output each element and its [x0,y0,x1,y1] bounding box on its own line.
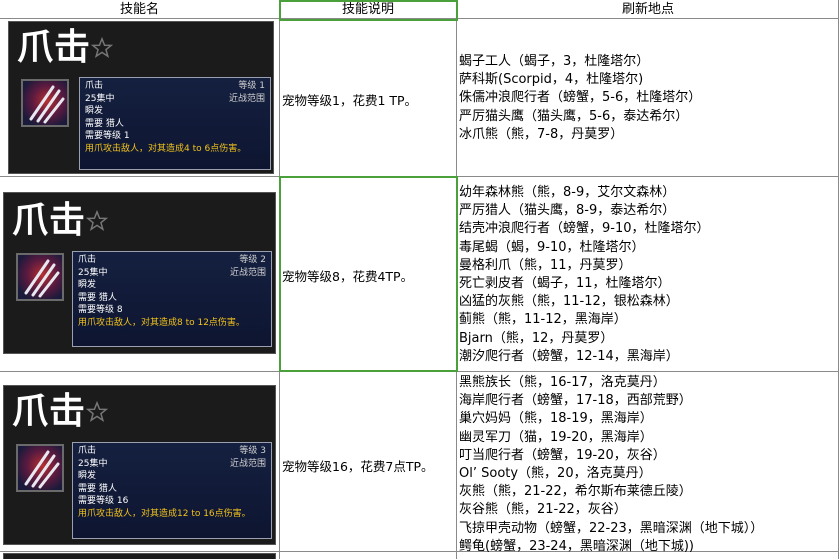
star-icon [91,37,113,58]
tooltip-requires: 需要 猎人 [78,483,117,494]
location-item: 鳄龟(螃蟹，23-24，黑暗深渊（地下城)) [459,538,694,554]
location-item: 黑熊族长（熊，16-17，洛克莫丹） [459,375,666,390]
tooltip-range: 近战范围 [229,458,266,469]
tooltip-range: 近战范围 [228,93,265,104]
location-item: 结壳冲浪爬行者（螃蟹，9-10，杜隆塔尔） [459,221,710,237]
tooltip-range: 近战范围 [229,267,266,278]
location-item: 灰熊（熊，21-22，希尔斯布莱德丘陵） [459,484,692,500]
claw-icon [16,444,64,492]
location-item: 飞掠甲壳动物（螃蟹，22-23，黑暗深渊（地下城）） [459,520,764,536]
location-item: 幼年森林熊（熊，8-9，艾尔文森林） [459,185,676,200]
location-item: 蓟熊（熊，11-12，黑海岸） [459,312,627,328]
location-item: Ol’ Sooty（熊，20，洛克莫丹） [459,465,652,481]
tooltip-requires: 需要 猎人 [78,292,117,303]
location-item: Bjarn（熊，12，丹莫罗） [459,330,614,346]
tooltip-required-level: 需要等级 1 [85,131,130,141]
location-item: 叮当爬行者（螃蟹，19-20，灰谷） [459,447,666,463]
skill-card-title: 爪击 [12,200,87,241]
tooltip-name: 爪击 [78,446,97,456]
skill-description: 宠物等级16，花费7点TP。 [282,459,434,474]
location-item: 萨科斯(Scorpid，4，杜隆塔尔) [459,72,644,88]
tooltip-cost: 25集中 [78,267,108,278]
location-item: 幽灵军刀（猫，19-20，黑海岸） [459,429,653,445]
refresh-location-list: 蝎子工人（蝎子，3，杜隆塔尔） 萨科斯(Scorpid，4，杜隆塔尔) 侏儒冲浪… [459,53,701,144]
tooltip-name: 爪击 [78,255,97,265]
refresh-location-list: 黑熊族长（熊，16-17，洛克莫丹） 海岸爬行者（螃蟹，17-18，西部荒野） … [459,374,763,556]
tooltip-cast: 瞬发 [78,471,97,481]
skill-card-title: 爪击 [17,27,92,68]
location-item: 严厉猫头鹰（猫头鹰，5-6，泰达希尔） [459,108,689,124]
tooltip-cost: 25集中 [78,458,108,469]
star-icon [86,210,108,231]
skill-description: 宠物等级8，花费4TP。 [282,269,414,284]
tooltip-level: 等级 2 [239,255,266,265]
claw-icon [21,79,69,127]
location-item: 海岸爬行者（螃蟹，17-18，西部荒野） [459,393,692,409]
tooltip-cast: 瞬发 [78,280,97,290]
skill-card-partial [3,553,276,559]
location-item: 冰爪熊（熊，7-8，丹莫罗） [459,126,624,142]
tooltip-name: 爪击 [85,81,104,91]
tooltip-required-level: 需要等级 16 [78,496,129,506]
location-item: 死亡剥皮者（蝎子，11，杜隆塔尔） [459,275,671,291]
tooltip-required-level: 需要等级 8 [78,305,123,315]
skill-description: 宠物等级1，花费1 TP。 [282,93,418,108]
skill-tooltip: 爪击 等级 3 25集中 近战范围 瞬发 需要 猎人 需要等级 16 用爪攻击敌人，… [72,442,272,539]
skill-card: 爪击 爪击 等级 2 25集中 近战范围 瞬发 需要 猎人 需要等级 8 用爪攻击敌… [3,192,276,354]
tooltip-cast: 瞬发 [85,106,104,116]
location-item: 侏儒冲浪爬行者（螃蟹，5-6，杜隆塔尔） [459,90,702,106]
location-item: 灰谷熊（熊，21-22，灰谷） [459,502,627,518]
location-item: 凶猛的灰熊（熊，11-12，银松森林） [459,294,679,310]
skill-card: 爪击 爪击 等级 1 25集中 近战范围 瞬发 需要 猎人 需要等级 1 用爪攻击敌… [8,21,274,174]
location-item: 蝎子工人（蝎子，3，杜隆塔尔） [459,54,650,69]
tooltip-level: 等级 3 [239,446,266,456]
location-item: 严厉猎人（猫头鹰，8-9，泰达希尔） [459,203,676,219]
location-item: 曼格利爪（熊，11，丹莫罗） [459,257,632,273]
claw-icon [16,253,64,301]
tooltip-level: 等级 1 [238,81,265,91]
location-item: 巢穴妈妈（熊，18-19，黑海岸） [459,411,653,427]
skill-card: 爪击 爪击 等级 3 25集中 近战范围 瞬发 需要 猎人 需要等级 16 用爪攻击… [3,385,276,545]
skill-tooltip: 爪击 等级 2 25集中 近战范围 瞬发 需要 猎人 需要等级 8 用爪攻击敌人，对… [72,251,272,347]
tooltip-requires: 需要 猎人 [85,118,124,129]
tooltip-effect: 用爪攻击敌人，对其造成4 to 6点伤害。 [85,143,247,154]
location-item: 毒尾蝎（蝎，9-10，杜隆塔尔） [459,239,645,255]
skill-tooltip: 爪击 等级 1 25集中 近战范围 瞬发 需要 猎人 需要等级 1 用爪攻击敌人，对… [79,77,271,170]
location-item: 潮汐爬行者（螃蟹，12-14，黑海岸） [459,348,679,364]
tooltip-cost: 25集中 [85,93,115,104]
tooltip-effect: 用爪攻击敌人，对其造成8 to 12点伤害。 [78,317,245,328]
header-skill-name: 技能名 [0,0,279,19]
header-refresh-location: 刷新地点 [457,0,839,19]
skill-card-title: 爪击 [12,391,87,432]
star-icon [86,401,108,422]
tooltip-effect: 用爪攻击敌人，对其造成12 to 16点伤害。 [78,508,251,519]
refresh-location-list: 幼年森林熊（熊，8-9，艾尔文森林） 严厉猎人（猫头鹰，8-9，泰达希尔） 结壳… [459,184,710,366]
selected-header-cell [279,0,458,21]
